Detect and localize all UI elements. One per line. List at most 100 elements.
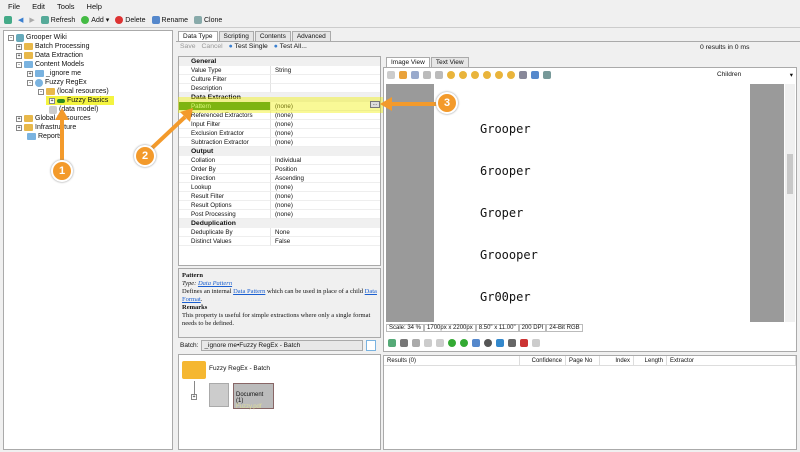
children-select[interactable]: Children ▾: [717, 71, 793, 81]
home-icon[interactable]: [4, 16, 12, 24]
flip-icon[interactable]: [472, 339, 480, 347]
zoom-actual-icon[interactable]: [471, 71, 479, 79]
property-value[interactable]: [271, 84, 380, 93]
clone-button[interactable]: Clone: [193, 16, 222, 24]
save-button[interactable]: Save: [180, 43, 196, 50]
property-row[interactable]: Value Type String: [179, 66, 380, 75]
tree-item-data-model[interactable]: (data model): [8, 105, 168, 114]
menu-tools[interactable]: Tools: [57, 2, 75, 11]
tree-item-infrastructure[interactable]: + Infrastructure: [8, 123, 168, 132]
property-row[interactable]: Result Filter (none): [179, 192, 380, 201]
property-value[interactable]: (none): [271, 210, 380, 219]
property-value[interactable]: (none): [271, 120, 380, 129]
data-pattern-link-2[interactable]: Data Pattern: [233, 288, 265, 295]
rotate-left-icon[interactable]: [448, 339, 456, 347]
batch-folder[interactable]: Fuzzy RegEx - Batch: [209, 365, 270, 372]
vertical-scrollbar[interactable]: [785, 84, 795, 322]
property-value[interactable]: None: [271, 228, 380, 237]
property-category[interactable]: General: [179, 57, 380, 66]
tab-advanced[interactable]: Advanced: [291, 31, 331, 41]
property-value[interactable]: (none): [271, 183, 380, 192]
save-image-icon[interactable]: [531, 71, 539, 79]
tree-item-batch-processing[interactable]: + Batch Processing: [8, 42, 168, 51]
data-pattern-link[interactable]: Data Pattern: [198, 280, 232, 287]
copy-icon[interactable]: [508, 339, 516, 347]
tree-item-global-resources[interactable]: + Global Resources: [8, 114, 168, 123]
fit-height-icon[interactable]: [507, 71, 515, 79]
col-index[interactable]: Index: [600, 356, 634, 365]
property-row[interactable]: Result Options (none): [179, 201, 380, 210]
col-page-no[interactable]: Page No: [566, 356, 600, 365]
image-edit-icon[interactable]: [412, 339, 420, 347]
batch-select[interactable]: _ignore me•Fuzzy RegEx - Batch: [201, 340, 364, 351]
property-value[interactable]: Ascending: [271, 174, 380, 183]
test-single-button[interactable]: ● Test Single: [229, 43, 268, 50]
image-icon[interactable]: [388, 339, 396, 347]
menu-edit[interactable]: Edit: [32, 2, 45, 11]
zoom-in-icon[interactable]: [447, 71, 455, 79]
tree-item-local-resources[interactable]: - (local resources): [8, 87, 168, 96]
property-value[interactable]: (none): [271, 138, 380, 147]
zoom-fit-icon[interactable]: [483, 71, 491, 79]
rotate-right-icon[interactable]: [460, 339, 468, 347]
cancel-button[interactable]: Cancel: [202, 43, 223, 50]
test-all-button[interactable]: ● Test All...: [274, 43, 307, 50]
tab-data-type[interactable]: Data Type: [178, 31, 218, 41]
property-row[interactable]: Collation Individual: [179, 156, 380, 165]
image-disabled-icon[interactable]: [424, 339, 432, 347]
image-gray-icon[interactable]: [400, 339, 408, 347]
property-value[interactable]: Individual: [271, 156, 380, 165]
col-confidence[interactable]: Confidence: [520, 356, 566, 365]
tree-item-data-extraction[interactable]: + Data Extraction: [8, 51, 168, 60]
delete-button[interactable]: Delete: [115, 16, 146, 24]
batch-view-button[interactable]: [366, 340, 377, 351]
tab-contents[interactable]: Contents: [254, 31, 291, 41]
forward-icon[interactable]: ▶: [29, 16, 34, 24]
menu-file[interactable]: File: [8, 2, 20, 11]
property-category[interactable]: Deduplication: [179, 219, 380, 228]
zoom-out-icon[interactable]: [459, 71, 467, 79]
tree-item-fuzzy-basics[interactable]: + Fuzzy Basics: [46, 96, 114, 105]
pattern-ellipsis-button[interactable]: ...: [370, 101, 380, 108]
tab-image-view[interactable]: Image View: [386, 57, 430, 67]
property-row[interactable]: Description: [179, 84, 380, 93]
property-value[interactable]: (none): [271, 201, 380, 210]
property-row[interactable]: Culture Filter: [179, 75, 380, 84]
tree-root[interactable]: - Grooper Wiki: [8, 33, 168, 42]
crop-icon[interactable]: [496, 339, 504, 347]
menu-help[interactable]: Help: [87, 2, 102, 11]
pointer-icon[interactable]: [387, 71, 395, 79]
property-value[interactable]: String: [271, 66, 380, 75]
refresh-button[interactable]: Refresh: [40, 16, 75, 24]
clear-icon[interactable]: [520, 339, 528, 347]
property-value[interactable]: [271, 75, 380, 84]
property-row[interactable]: Deduplicate By None: [179, 228, 380, 237]
property-value[interactable]: (none): [271, 129, 380, 138]
zoom-region-icon[interactable]: [423, 71, 431, 79]
print-icon[interactable]: [519, 71, 527, 79]
hand-icon[interactable]: [399, 71, 407, 79]
delete-icon[interactable]: [436, 339, 444, 347]
document-node[interactable]: Document (1) Fuzzy.pdf: [233, 383, 274, 410]
rename-button[interactable]: Rename: [151, 16, 188, 24]
select-icon[interactable]: [411, 71, 419, 79]
back-icon[interactable]: ◀: [18, 16, 23, 24]
property-row[interactable]: Exclusion Extractor (none): [179, 129, 380, 138]
property-category[interactable]: Output: [179, 147, 380, 156]
property-value[interactable]: Position: [271, 165, 380, 174]
tree-item-fuzzy-regex[interactable]: - Fuzzy RegEx: [8, 78, 168, 87]
property-value[interactable]: False: [271, 237, 380, 246]
zoom-page-icon[interactable]: [435, 71, 443, 79]
property-row[interactable]: Distinct Values False: [179, 237, 380, 246]
property-row[interactable]: Order By Position: [179, 165, 380, 174]
tab-scripting[interactable]: Scripting: [218, 31, 254, 41]
tab-text-view[interactable]: Text View: [430, 57, 469, 67]
expand-icon[interactable]: +: [191, 393, 197, 400]
tree-item-ignore-me[interactable]: + _ignore me: [8, 69, 168, 78]
property-row[interactable]: Lookup (none): [179, 183, 380, 192]
tree-item-reports[interactable]: Reports: [8, 132, 168, 141]
property-row[interactable]: Subtraction Extractor (none): [179, 138, 380, 147]
tree-item-content-models[interactable]: - Content Models: [8, 60, 168, 69]
col-length[interactable]: Length: [634, 356, 667, 365]
col-results[interactable]: Results (0): [384, 356, 520, 365]
